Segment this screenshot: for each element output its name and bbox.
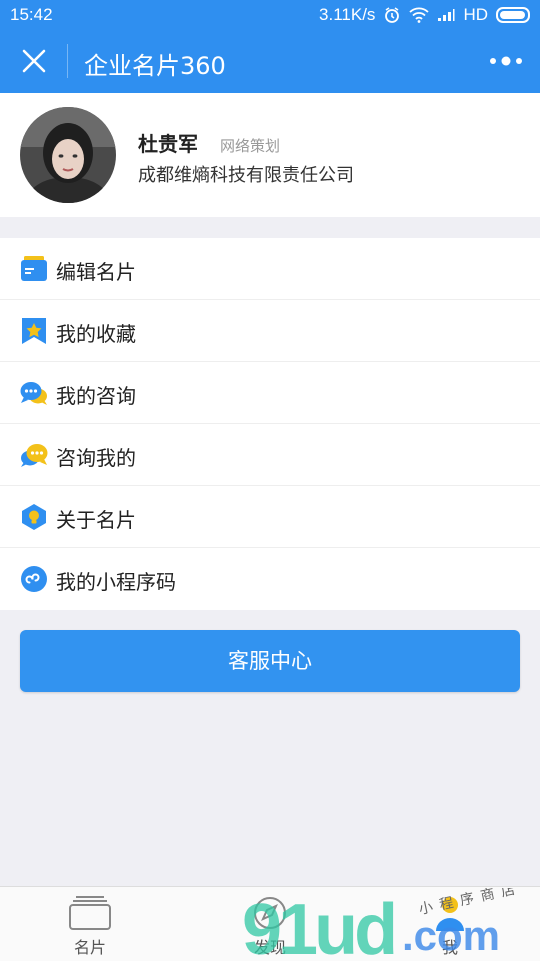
menu-item-label: 我的收藏: [56, 322, 136, 346]
menu-list: 编辑名片 我的收藏 我的咨询 咨询我的 关于名片 我的小程序码: [0, 238, 540, 610]
menu-item-label: 关于名片: [56, 508, 136, 532]
menu-item-inquiries-to-me[interactable]: 咨询我的: [0, 424, 540, 486]
status-bar: 15:42 3.11K/s HD: [0, 0, 540, 30]
status-indicators: 3.11K/s HD: [319, 5, 530, 25]
profile-name: 杜贵军: [138, 132, 198, 156]
menu-item-label: 咨询我的: [56, 446, 136, 470]
edit-card-icon: [21, 256, 47, 281]
tab-label: 名片: [73, 938, 106, 957]
alarm-icon: [385, 7, 400, 23]
menu-item-label: 我的咨询: [56, 384, 136, 408]
menu-item-about-card[interactable]: 关于名片: [0, 486, 540, 548]
menu-item-favorites[interactable]: 我的收藏: [0, 300, 540, 362]
hexagon-bulb-icon: [22, 504, 46, 530]
chat-bubbles-reverse-icon: [21, 444, 48, 467]
tab-bar: 名片 发现 我: [0, 886, 540, 961]
menu-item-my-inquiries[interactable]: 我的咨询: [0, 362, 540, 424]
network-type: HD: [463, 5, 488, 24]
tab-label: 发现: [253, 938, 286, 957]
card-stack-icon: [69, 896, 111, 930]
avatar: [20, 107, 116, 203]
battery-icon: [496, 7, 530, 23]
chat-bubbles-icon: [20, 382, 47, 405]
network-speed: 3.11K/s: [319, 5, 376, 24]
tab-discover[interactable]: 发现: [180, 887, 360, 961]
menu-item-edit-card[interactable]: 编辑名片: [0, 238, 540, 300]
more-options-icon[interactable]: [488, 54, 524, 68]
profile-job-title: 网络策划: [220, 137, 281, 155]
menu-item-label: 编辑名片: [56, 260, 136, 284]
mini-program-code-icon: [21, 566, 47, 592]
favorites-star-icon: [22, 318, 46, 344]
wifi-icon: [409, 7, 430, 23]
tab-label: 我: [441, 938, 458, 957]
tab-card[interactable]: 名片: [0, 887, 180, 961]
page-title: 企业名片360: [84, 52, 226, 80]
signal-icon: [438, 9, 455, 21]
profile-company: 成都维熵科技有限责任公司: [138, 165, 354, 186]
customer-service-button[interactable]: 客服中心: [20, 630, 520, 692]
close-icon[interactable]: [20, 47, 48, 75]
status-time: 15:42: [10, 5, 53, 24]
person-icon: [436, 897, 464, 931]
tab-me[interactable]: 我: [360, 887, 540, 961]
profile-card[interactable]: 杜贵军 网络策划 成都维熵科技有限责任公司: [0, 93, 540, 217]
discover-icon: [254, 897, 286, 929]
menu-item-label: 我的小程序码: [56, 570, 176, 594]
menu-item-mini-program-code[interactable]: 我的小程序码: [0, 548, 540, 610]
nav-bar: 企业名片360: [0, 30, 540, 93]
nav-divider: [67, 44, 68, 78]
